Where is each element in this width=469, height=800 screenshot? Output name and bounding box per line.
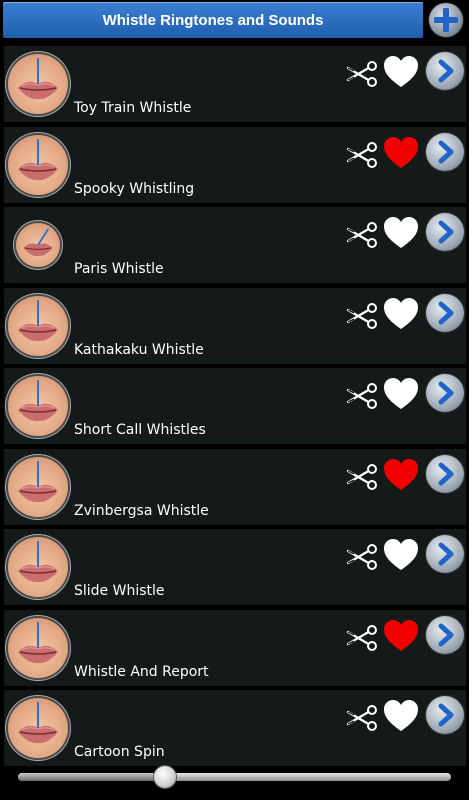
chevron-right-icon[interactable]: [426, 454, 464, 493]
heart-icon[interactable]: [382, 618, 420, 654]
chevron-right-icon[interactable]: [426, 615, 464, 654]
list-item-label: Zvinbergsa Whistle: [74, 502, 209, 519]
chevron-right-icon[interactable]: [426, 52, 464, 90]
list-item-label: Whistle And Report: [74, 663, 209, 680]
slider-thumb[interactable]: [154, 766, 177, 788]
list-item[interactable]: Whistle And Report: [4, 609, 466, 686]
list-item[interactable]: Spooky Whistling: [4, 126, 466, 203]
lips-avatar-icon[interactable]: [8, 456, 68, 517]
list-item-label: Spooky Whistling: [74, 180, 195, 197]
lips-avatar-icon[interactable]: [8, 134, 68, 195]
lips-avatar-icon[interactable]: [8, 617, 68, 678]
scissors-icon[interactable]: [344, 459, 380, 495]
list-item[interactable]: Cartoon Spin: [4, 690, 466, 766]
lips-avatar-icon[interactable]: [8, 295, 68, 356]
scissors-icon[interactable]: [344, 378, 380, 414]
list-item-label: Slide Whistle: [74, 583, 165, 599]
lips-avatar-icon[interactable]: [8, 698, 68, 758]
list-item-label: Paris Whistle: [74, 261, 164, 277]
list-item-label: Toy Train Whistle: [74, 100, 192, 116]
heart-icon[interactable]: [382, 457, 420, 493]
chevron-right-icon[interactable]: [426, 132, 464, 171]
title-button[interactable]: Whistle Ringtones and Sounds: [3, 2, 423, 38]
heart-icon[interactable]: [382, 537, 420, 573]
list-item[interactable]: Short Call Whistles: [4, 368, 466, 444]
heart-icon[interactable]: [382, 296, 420, 332]
heart-icon[interactable]: [382, 135, 420, 171]
page-title: Whistle Ringtones and Sounds: [102, 11, 324, 29]
chevron-right-icon[interactable]: [426, 374, 464, 412]
plus-icon[interactable]: [429, 3, 463, 37]
lips-avatar-icon[interactable]: [8, 537, 68, 597]
scissors-icon[interactable]: [344, 298, 380, 334]
chevron-right-icon[interactable]: [426, 535, 464, 573]
slider-fill: [18, 773, 166, 781]
chevron-right-icon[interactable]: [426, 213, 464, 251]
heart-icon[interactable]: [382, 698, 420, 734]
list-item[interactable]: Toy Train Whistle: [4, 46, 466, 122]
lips-avatar-icon[interactable]: [8, 54, 68, 114]
scissors-icon[interactable]: [344, 620, 380, 656]
scissors-icon[interactable]: [344, 137, 380, 173]
heart-icon[interactable]: [382, 215, 420, 251]
scissors-icon[interactable]: [344, 539, 380, 575]
lips-avatar-icon[interactable]: [8, 376, 68, 436]
heart-icon[interactable]: [382, 54, 420, 90]
scissors-icon[interactable]: [344, 217, 380, 253]
chevron-right-icon[interactable]: [426, 293, 464, 332]
chevron-right-icon[interactable]: [426, 696, 464, 734]
list-item[interactable]: Paris Whistle: [4, 207, 466, 283]
list-item[interactable]: Slide Whistle: [4, 529, 466, 605]
lips-avatar-icon[interactable]: [16, 223, 60, 267]
playback-slider[interactable]: [18, 766, 451, 788]
heart-icon[interactable]: [382, 376, 420, 412]
list-item-label: Cartoon Spin: [74, 744, 165, 760]
list-item-label: Short Call Whistles: [74, 422, 206, 438]
list-item[interactable]: Zvinbergsa Whistle: [4, 448, 466, 525]
header-bar: Whistle Ringtones and Sounds: [0, 0, 469, 41]
list-item[interactable]: Kathakaku Whistle: [4, 287, 466, 364]
scissors-icon[interactable]: [344, 700, 380, 736]
scissors-icon[interactable]: [344, 56, 380, 92]
list-item-label: Kathakaku Whistle: [74, 341, 204, 358]
